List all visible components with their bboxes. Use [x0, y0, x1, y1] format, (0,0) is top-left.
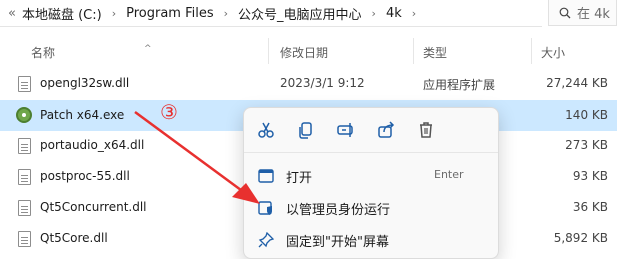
- step-number-annotation: ③: [160, 100, 178, 124]
- annotation-arrow: [134, 110, 260, 204]
